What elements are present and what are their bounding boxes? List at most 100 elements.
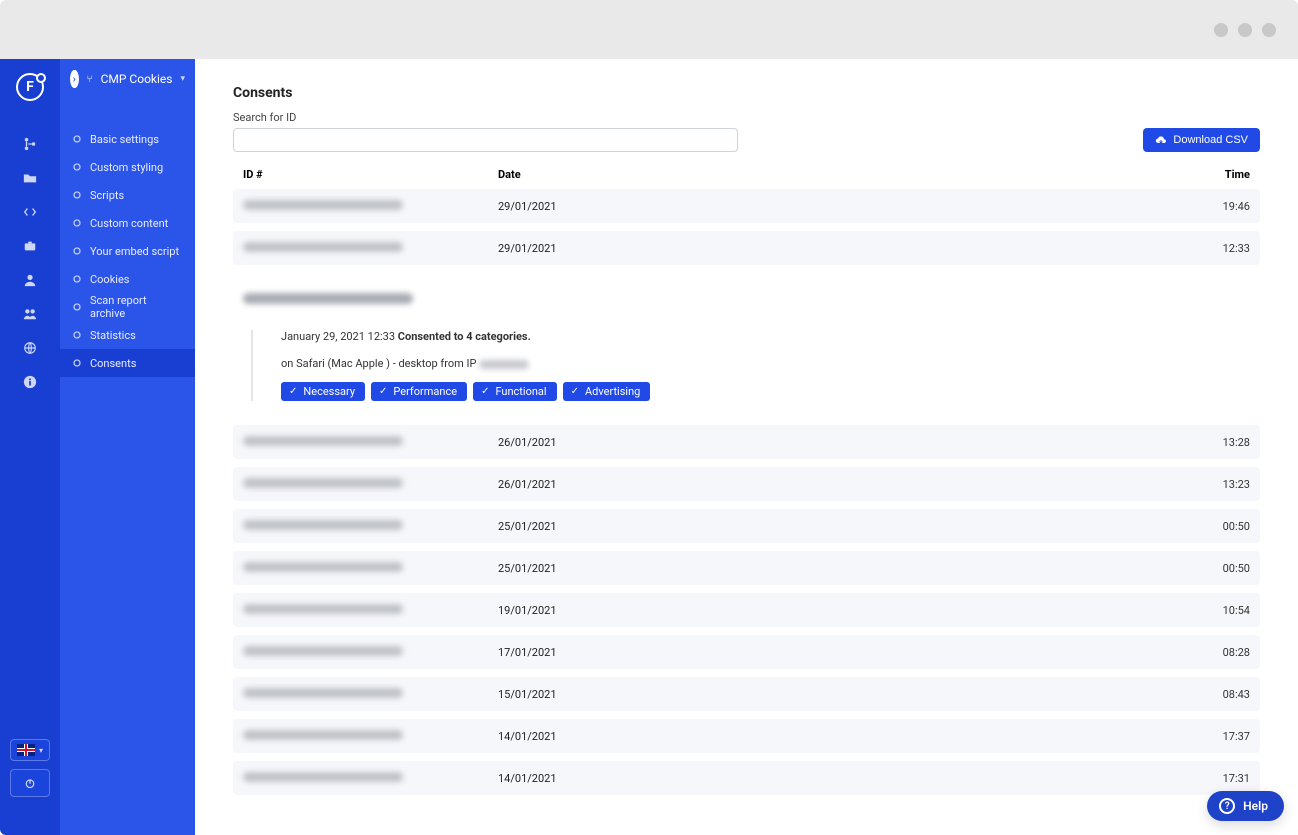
row-time: 08:28 bbox=[1160, 646, 1250, 659]
row-date: 17/01/2021 bbox=[498, 646, 1160, 659]
search-label: Search for ID bbox=[233, 111, 738, 124]
row-date: 14/01/2021 bbox=[498, 772, 1160, 785]
sidebar-item-custom-content[interactable]: Custom content bbox=[60, 209, 195, 237]
row-date: 19/01/2021 bbox=[498, 604, 1160, 617]
table-row[interactable]: 26/01/202113:28 bbox=[233, 425, 1260, 459]
menu-item-label: Custom styling bbox=[90, 161, 163, 174]
help-label: Help bbox=[1243, 799, 1268, 813]
sidebar-item-statistics[interactable]: Statistics bbox=[60, 321, 195, 349]
row-id-redacted bbox=[243, 562, 498, 575]
download-label: Download CSV bbox=[1173, 134, 1248, 146]
row-date: 26/01/2021 bbox=[498, 436, 1160, 449]
col-time: Time bbox=[1160, 168, 1250, 181]
table-row[interactable]: 15/01/202108:43 bbox=[233, 677, 1260, 711]
check-icon: ✓ bbox=[289, 386, 297, 397]
table-row[interactable]: 25/01/202100:50 bbox=[233, 551, 1260, 585]
menu-item-icon bbox=[72, 246, 82, 256]
rail-briefcase-icon[interactable] bbox=[23, 239, 37, 253]
menu-item-label: Statistics bbox=[90, 329, 136, 342]
menu-item-icon bbox=[72, 190, 82, 200]
help-icon: ? bbox=[1219, 798, 1235, 814]
row-id-redacted bbox=[243, 520, 498, 533]
chevron-down-icon: ▾ bbox=[180, 74, 185, 84]
sidebar-item-consents[interactable]: Consents bbox=[60, 349, 195, 377]
page-title: Consents bbox=[233, 85, 1260, 101]
download-csv-button[interactable]: Download CSV bbox=[1143, 128, 1260, 152]
menu-item-icon bbox=[72, 134, 82, 144]
menu-item-icon bbox=[72, 302, 82, 312]
sidebar-item-scripts[interactable]: Scripts bbox=[60, 181, 195, 209]
consent-id-redacted bbox=[243, 293, 1250, 308]
category-chip: ✓Functional bbox=[473, 382, 557, 401]
sidebar-item-custom-styling[interactable]: Custom styling bbox=[60, 153, 195, 181]
row-date: 25/01/2021 bbox=[498, 520, 1160, 533]
help-widget[interactable]: ? Help bbox=[1207, 791, 1284, 821]
row-id-redacted bbox=[243, 200, 498, 213]
row-id-redacted bbox=[243, 478, 498, 491]
table-row[interactable]: 19/01/202110:54 bbox=[233, 593, 1260, 627]
menu-item-label: Scripts bbox=[90, 189, 124, 202]
row-time: 13:28 bbox=[1160, 436, 1250, 449]
main-content: Consents Search for ID Download CSV ID #… bbox=[195, 59, 1298, 835]
check-icon: ✓ bbox=[379, 386, 387, 397]
icon-rail: F ▾ bbox=[0, 59, 60, 835]
row-id-redacted bbox=[243, 436, 498, 449]
menu-item-label: Consents bbox=[90, 357, 136, 370]
menu-item-icon bbox=[72, 218, 82, 228]
table-row[interactable]: 14/01/202117:37 bbox=[233, 719, 1260, 753]
row-time: 17:37 bbox=[1160, 730, 1250, 743]
rail-user-icon[interactable] bbox=[23, 273, 37, 287]
breadcrumb[interactable]: › ⑂ CMP Cookies ▾ bbox=[60, 59, 195, 99]
row-time: 12:33 bbox=[1160, 242, 1250, 255]
menu-item-label: Your embed script bbox=[90, 245, 179, 258]
table-row[interactable]: 14/01/202117:31 bbox=[233, 761, 1260, 795]
table-row[interactable]: 29/01/202112:33 bbox=[233, 231, 1260, 265]
sidebar-item-cookies[interactable]: Cookies bbox=[60, 265, 195, 293]
window-titlebar bbox=[0, 0, 1298, 59]
app-logo-icon[interactable]: F bbox=[16, 73, 44, 101]
col-id: ID # bbox=[243, 168, 498, 181]
consent-detail-panel: January 29, 2021 12:33 Consented to 4 ca… bbox=[233, 273, 1260, 417]
table-row[interactable]: 25/01/202100:50 bbox=[233, 509, 1260, 543]
sidebar-item-basic-settings[interactable]: Basic settings bbox=[60, 125, 195, 153]
rail-users-icon[interactable] bbox=[23, 307, 37, 321]
detail-agent: on Safari (Mac Apple ) - desktop from IP bbox=[281, 357, 1250, 370]
sidebar: › ⑂ CMP Cookies ▾ Basic settings Custom s… bbox=[60, 59, 195, 835]
row-time: 17:31 bbox=[1160, 772, 1250, 785]
menu-item-icon bbox=[72, 358, 82, 368]
table-row[interactable]: 17/01/202108:28 bbox=[233, 635, 1260, 669]
search-input[interactable] bbox=[233, 128, 738, 152]
row-id-redacted bbox=[243, 242, 498, 255]
table-row[interactable]: 29/01/202119:46 bbox=[233, 189, 1260, 223]
row-time: 00:50 bbox=[1160, 520, 1250, 533]
rail-branch-icon[interactable] bbox=[23, 137, 37, 151]
chevron-down-icon: ▾ bbox=[39, 746, 43, 755]
table-row[interactable]: 26/01/202113:23 bbox=[233, 467, 1260, 501]
back-icon[interactable]: › bbox=[70, 70, 79, 88]
check-icon: ✓ bbox=[571, 386, 579, 397]
category-chips: ✓Necessary✓Performance✓Functional✓Advert… bbox=[281, 382, 1250, 401]
rail-folder-icon[interactable] bbox=[23, 171, 37, 185]
row-date: 26/01/2021 bbox=[498, 478, 1160, 491]
window-dot[interactable] bbox=[1214, 23, 1228, 37]
row-date: 29/01/2021 bbox=[498, 200, 1160, 213]
language-selector[interactable]: ▾ bbox=[10, 739, 50, 761]
rail-code-icon[interactable] bbox=[23, 205, 37, 219]
table-header: ID # Date Time bbox=[233, 152, 1260, 189]
ip-redacted bbox=[479, 360, 529, 369]
menu-item-label: Cookies bbox=[90, 273, 129, 286]
hierarchy-icon: ⑂ bbox=[87, 74, 93, 85]
power-button[interactable] bbox=[10, 769, 50, 797]
row-id-redacted bbox=[243, 772, 498, 785]
uk-flag-icon bbox=[17, 744, 35, 756]
detail-summary: January 29, 2021 12:33 Consented to 4 ca… bbox=[281, 330, 1250, 343]
sidebar-item-scan-report-archive[interactable]: Scan report archive bbox=[60, 293, 195, 321]
category-chip: ✓Necessary bbox=[281, 382, 365, 401]
context-title: CMP Cookies bbox=[101, 72, 173, 86]
window-dot[interactable] bbox=[1262, 23, 1276, 37]
window-dot[interactable] bbox=[1238, 23, 1252, 37]
rail-info-icon[interactable] bbox=[23, 375, 37, 389]
sidebar-item-your-embed-script[interactable]: Your embed script bbox=[60, 237, 195, 265]
row-time: 00:50 bbox=[1160, 562, 1250, 575]
rail-globe-icon[interactable] bbox=[23, 341, 37, 355]
